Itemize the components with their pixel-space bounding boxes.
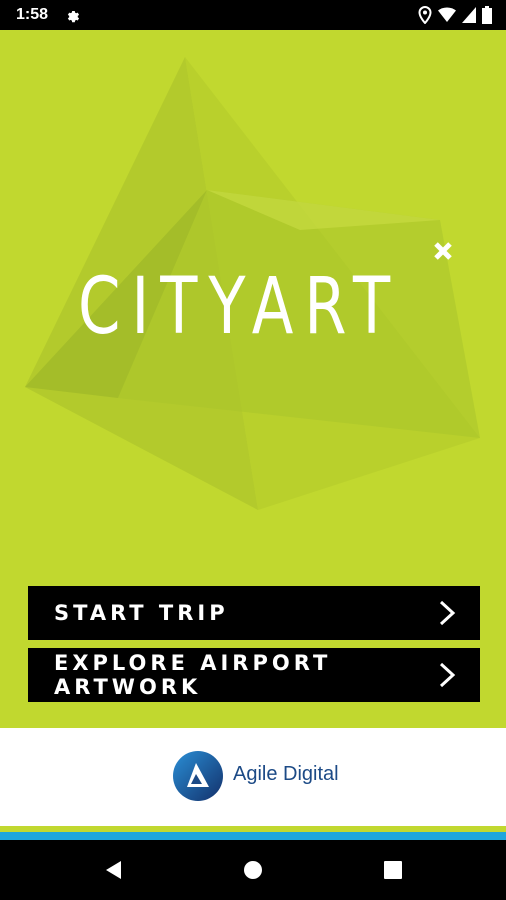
cityart-logo-text: CITYART xyxy=(78,262,402,352)
chevron-right-icon xyxy=(439,600,456,626)
status-bar: 1:58 xyxy=(0,0,506,30)
home-icon[interactable] xyxy=(241,858,265,882)
location-icon xyxy=(418,6,432,24)
explore-airport-artwork-button[interactable]: EXPLORE AIRPORT ARTWORK xyxy=(28,648,480,702)
explore-airport-artwork-label: EXPLORE AIRPORT ARTWORK xyxy=(54,651,332,699)
start-trip-button[interactable]: START TRIP xyxy=(28,586,480,640)
footer-stripe-blue xyxy=(0,832,506,840)
gear-icon xyxy=(67,11,80,23)
x-icon xyxy=(434,242,452,260)
agile-digital-brand-text: Agile Digital xyxy=(233,763,339,785)
battery-icon xyxy=(482,6,492,24)
agile-digital-logo-icon xyxy=(173,751,223,801)
recents-icon[interactable] xyxy=(381,858,405,882)
status-time: 1:58 xyxy=(16,6,49,23)
navigation-bar xyxy=(0,840,506,900)
wifi-icon xyxy=(438,7,456,22)
chevron-right-icon xyxy=(439,662,456,688)
start-trip-label: START TRIP xyxy=(54,601,229,625)
signal-icon xyxy=(462,7,476,23)
footer: Agile Digital xyxy=(0,728,506,826)
back-icon[interactable] xyxy=(102,858,126,882)
